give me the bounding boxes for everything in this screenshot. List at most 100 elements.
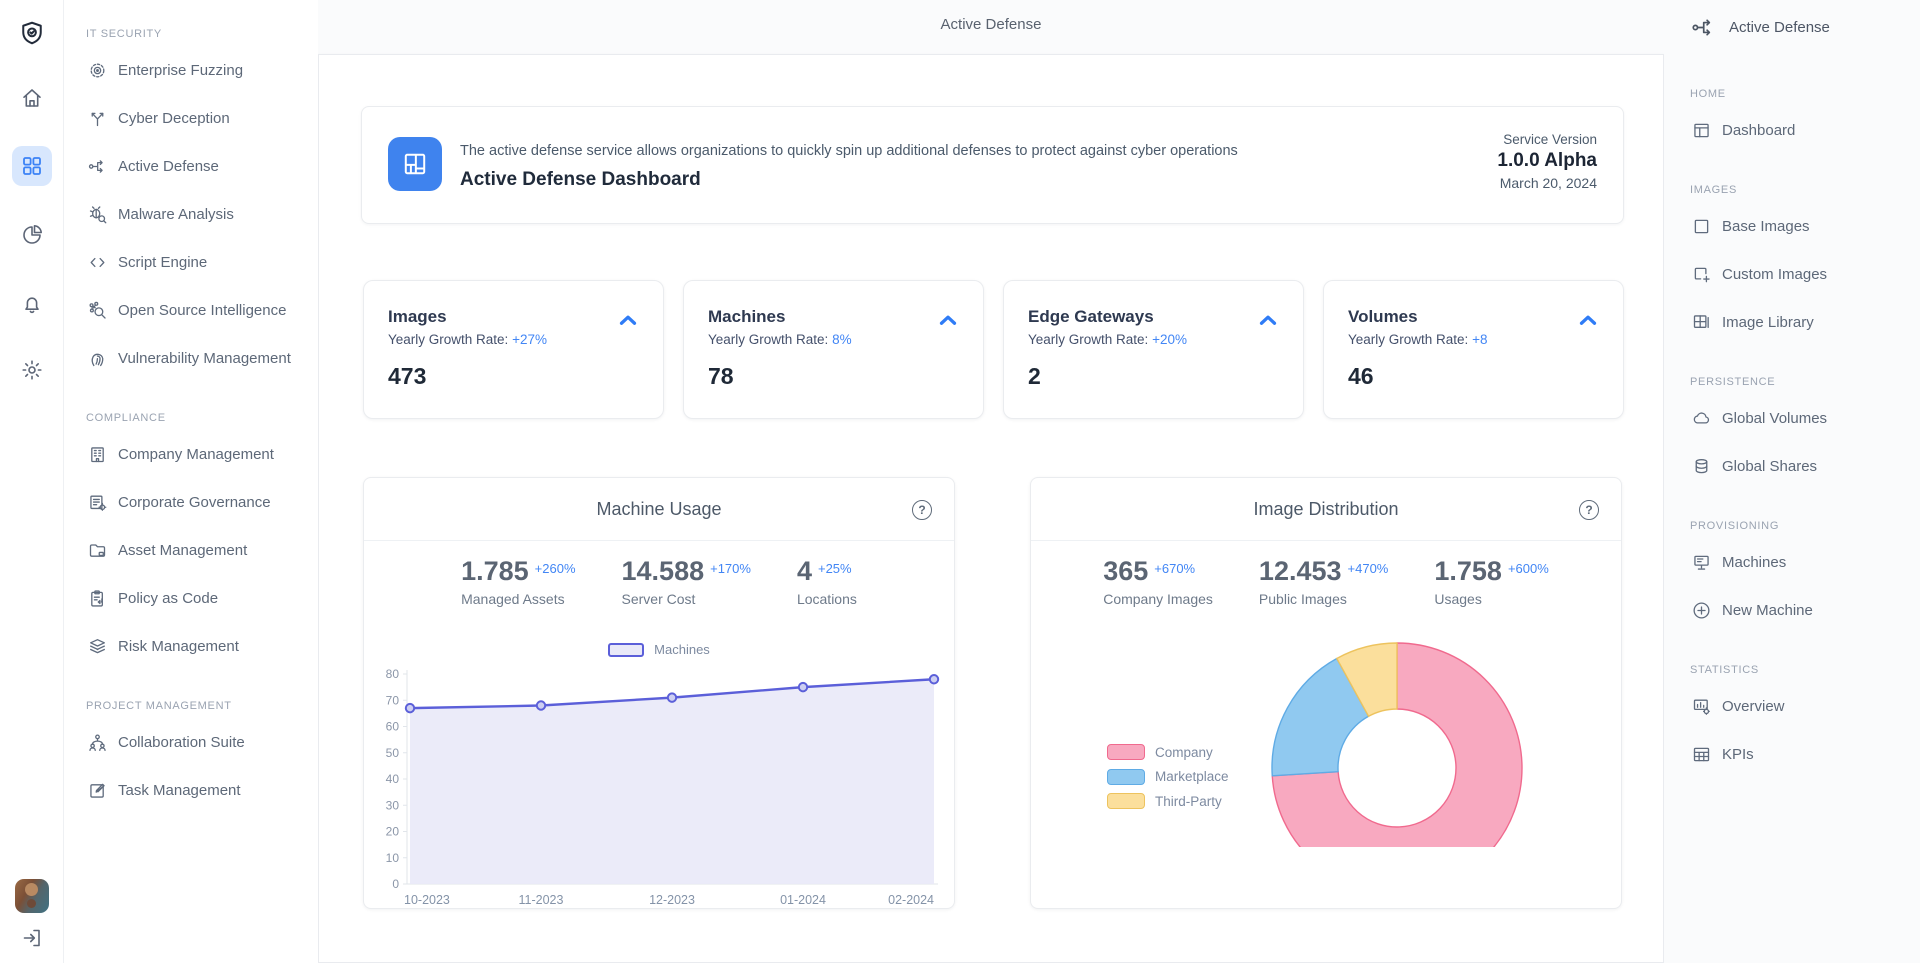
nav-item-label: Custom Images — [1722, 266, 1827, 283]
nav-item-label: Enterprise Fuzzing — [118, 62, 243, 79]
sidebar-item-task-management[interactable]: Task Management — [64, 766, 318, 814]
apps-icon[interactable] — [12, 146, 52, 186]
board-chart-icon — [1690, 695, 1712, 717]
nav-item-label: Cyber Deception — [118, 110, 230, 127]
nav-item-label: Script Engine — [118, 254, 207, 271]
network-search-icon — [86, 299, 108, 321]
rightbar-item-global-volumes[interactable]: Global Volumes — [1664, 394, 1920, 442]
sidebar-item-vulnerability-management[interactable]: Vulnerability Management — [64, 334, 318, 382]
legend-swatch — [608, 643, 644, 657]
edit-square-icon — [86, 779, 108, 801]
stat-card-title: Images — [388, 307, 639, 327]
chevron-up-icon[interactable] — [1255, 307, 1281, 333]
info-description: The active defense service allows organi… — [460, 143, 1238, 159]
svg-text:02-2024: 02-2024 — [888, 893, 934, 907]
svg-text:70: 70 — [386, 693, 400, 707]
rightbar-item-kpis[interactable]: KPIs — [1664, 730, 1920, 778]
sidebar-item-script-engine[interactable]: Script Engine — [64, 238, 318, 286]
target-icon — [86, 59, 108, 81]
stat-delta: +25% — [818, 561, 852, 576]
stat-card-images: ImagesYearly Growth Rate: +27%473 — [363, 280, 664, 419]
svg-text:50: 50 — [386, 746, 400, 760]
rightbar-item-dashboard[interactable]: Dashboard — [1664, 106, 1920, 154]
sidebar-section-compliance: COMPLIANCE — [64, 406, 318, 430]
share-branch-icon — [86, 155, 108, 177]
settings-icon[interactable] — [12, 350, 52, 390]
right-sidebar-title: Active Defense — [1729, 19, 1830, 36]
sidebar-item-enterprise-fuzzing[interactable]: Enterprise Fuzzing — [64, 46, 318, 94]
stat-value: 4 — [797, 556, 812, 586]
nav-item-label: Base Images — [1722, 218, 1810, 235]
info-card: The active defense service allows organi… — [361, 106, 1624, 224]
rightbar-section-provisioning: PROVISIONING — [1664, 514, 1920, 538]
user-avatar[interactable] — [15, 879, 49, 913]
nav-item-label: Collaboration Suite — [118, 734, 245, 751]
sidebar-item-collaboration-suite[interactable]: Collaboration Suite — [64, 718, 318, 766]
sidebar-item-cyber-deception[interactable]: Cyber Deception — [64, 94, 318, 142]
info-title: Active Defense Dashboard — [460, 169, 701, 191]
chevron-up-icon[interactable] — [935, 307, 961, 333]
stat-label: Locations — [797, 591, 857, 607]
rightbar-item-new-machine[interactable]: New Machine — [1664, 586, 1920, 634]
machines-legend[interactable]: Machines — [364, 642, 954, 657]
dashboard-app-icon — [388, 137, 442, 191]
home-icon[interactable] — [12, 78, 52, 118]
stat-card-machines: MachinesYearly Growth Rate: 8%78 — [683, 280, 984, 419]
notifications-icon[interactable] — [12, 284, 52, 324]
rightbar-item-base-images[interactable]: Base Images — [1664, 202, 1920, 250]
analytics-icon[interactable] — [12, 215, 52, 255]
help-icon[interactable]: ? — [912, 500, 932, 520]
sidebar-item-malware-analysis[interactable]: Malware Analysis — [64, 190, 318, 238]
plus-circle-icon — [1690, 599, 1712, 621]
sidebar-item-asset-management[interactable]: Asset Management — [64, 526, 318, 574]
machine-usage-header: Machine Usage ? — [364, 478, 954, 541]
stat-card-title: Machines — [708, 307, 959, 327]
stat-card-growth: Yearly Growth Rate: +8 — [1348, 332, 1599, 347]
sidebar-item-company-management[interactable]: Company Management — [64, 430, 318, 478]
nav-item-label: Task Management — [118, 782, 241, 799]
stat-card-growth: Yearly Growth Rate: 8% — [708, 332, 959, 347]
nav-item-label: Image Library — [1722, 314, 1814, 331]
logout-icon[interactable] — [12, 918, 52, 958]
sidebar-item-open-source-intelligence[interactable]: Open Source Intelligence — [64, 286, 318, 334]
svg-text:30: 30 — [386, 798, 400, 812]
server-icon — [1690, 551, 1712, 573]
rightbar-item-custom-images[interactable]: Custom Images — [1664, 250, 1920, 298]
stat-card-edge-gateways: Edge GatewaysYearly Growth Rate: +20%2 — [1003, 280, 1304, 419]
nav-item-label: Vulnerability Management — [118, 350, 291, 367]
sidebar-item-corporate-governance[interactable]: Corporate Governance — [64, 478, 318, 526]
nav-item-label: Active Defense — [118, 158, 219, 175]
svg-text:10-2023: 10-2023 — [404, 893, 450, 907]
rightbar-item-machines[interactable]: Machines — [1664, 538, 1920, 586]
svg-text:20: 20 — [386, 825, 400, 839]
image-distribution-donut-chart — [1031, 478, 1623, 847]
nav-item-label: Corporate Governance — [118, 494, 271, 511]
svg-text:01-2024: 01-2024 — [780, 893, 826, 907]
svg-text:12-2023: 12-2023 — [649, 893, 695, 907]
svg-text:0: 0 — [392, 877, 399, 891]
layers-eye-icon — [86, 635, 108, 657]
sidebar-item-risk-management[interactable]: Risk Management — [64, 622, 318, 670]
sidebar-item-active-defense[interactable]: Active Defense — [64, 142, 318, 190]
app-logo-shield-icon — [12, 14, 52, 54]
nav-item-label: Overview — [1722, 698, 1785, 715]
nav-item-label: Policy as Code — [118, 590, 218, 607]
left-sidebar: IT SECURITYEnterprise FuzzingCyber Decep… — [64, 0, 318, 963]
folder-icon — [86, 539, 108, 561]
rightbar-item-global-shares[interactable]: Global Shares — [1664, 442, 1920, 490]
stat-delta: +260% — [535, 561, 576, 576]
fingerprint-icon — [86, 347, 108, 369]
svg-text:60: 60 — [386, 720, 400, 734]
stat-delta: +170% — [710, 561, 751, 576]
nav-item-label: Dashboard — [1722, 122, 1795, 139]
sidebar-item-policy-as-code[interactable]: Policy as Code — [64, 574, 318, 622]
nav-item-label: Company Management — [118, 446, 274, 463]
chevron-up-icon[interactable] — [615, 307, 641, 333]
chevron-up-icon[interactable] — [1575, 307, 1601, 333]
icon-rail — [0, 0, 64, 963]
chart-stat-server-cost: 14.588+170%Server Cost — [622, 556, 751, 607]
rightbar-item-image-library[interactable]: Image Library — [1664, 298, 1920, 346]
service-version-block: Service Version 1.0.0 Alpha March 20, 20… — [1497, 132, 1597, 191]
rightbar-item-overview[interactable]: Overview — [1664, 682, 1920, 730]
svg-text:11-2023: 11-2023 — [519, 893, 564, 907]
